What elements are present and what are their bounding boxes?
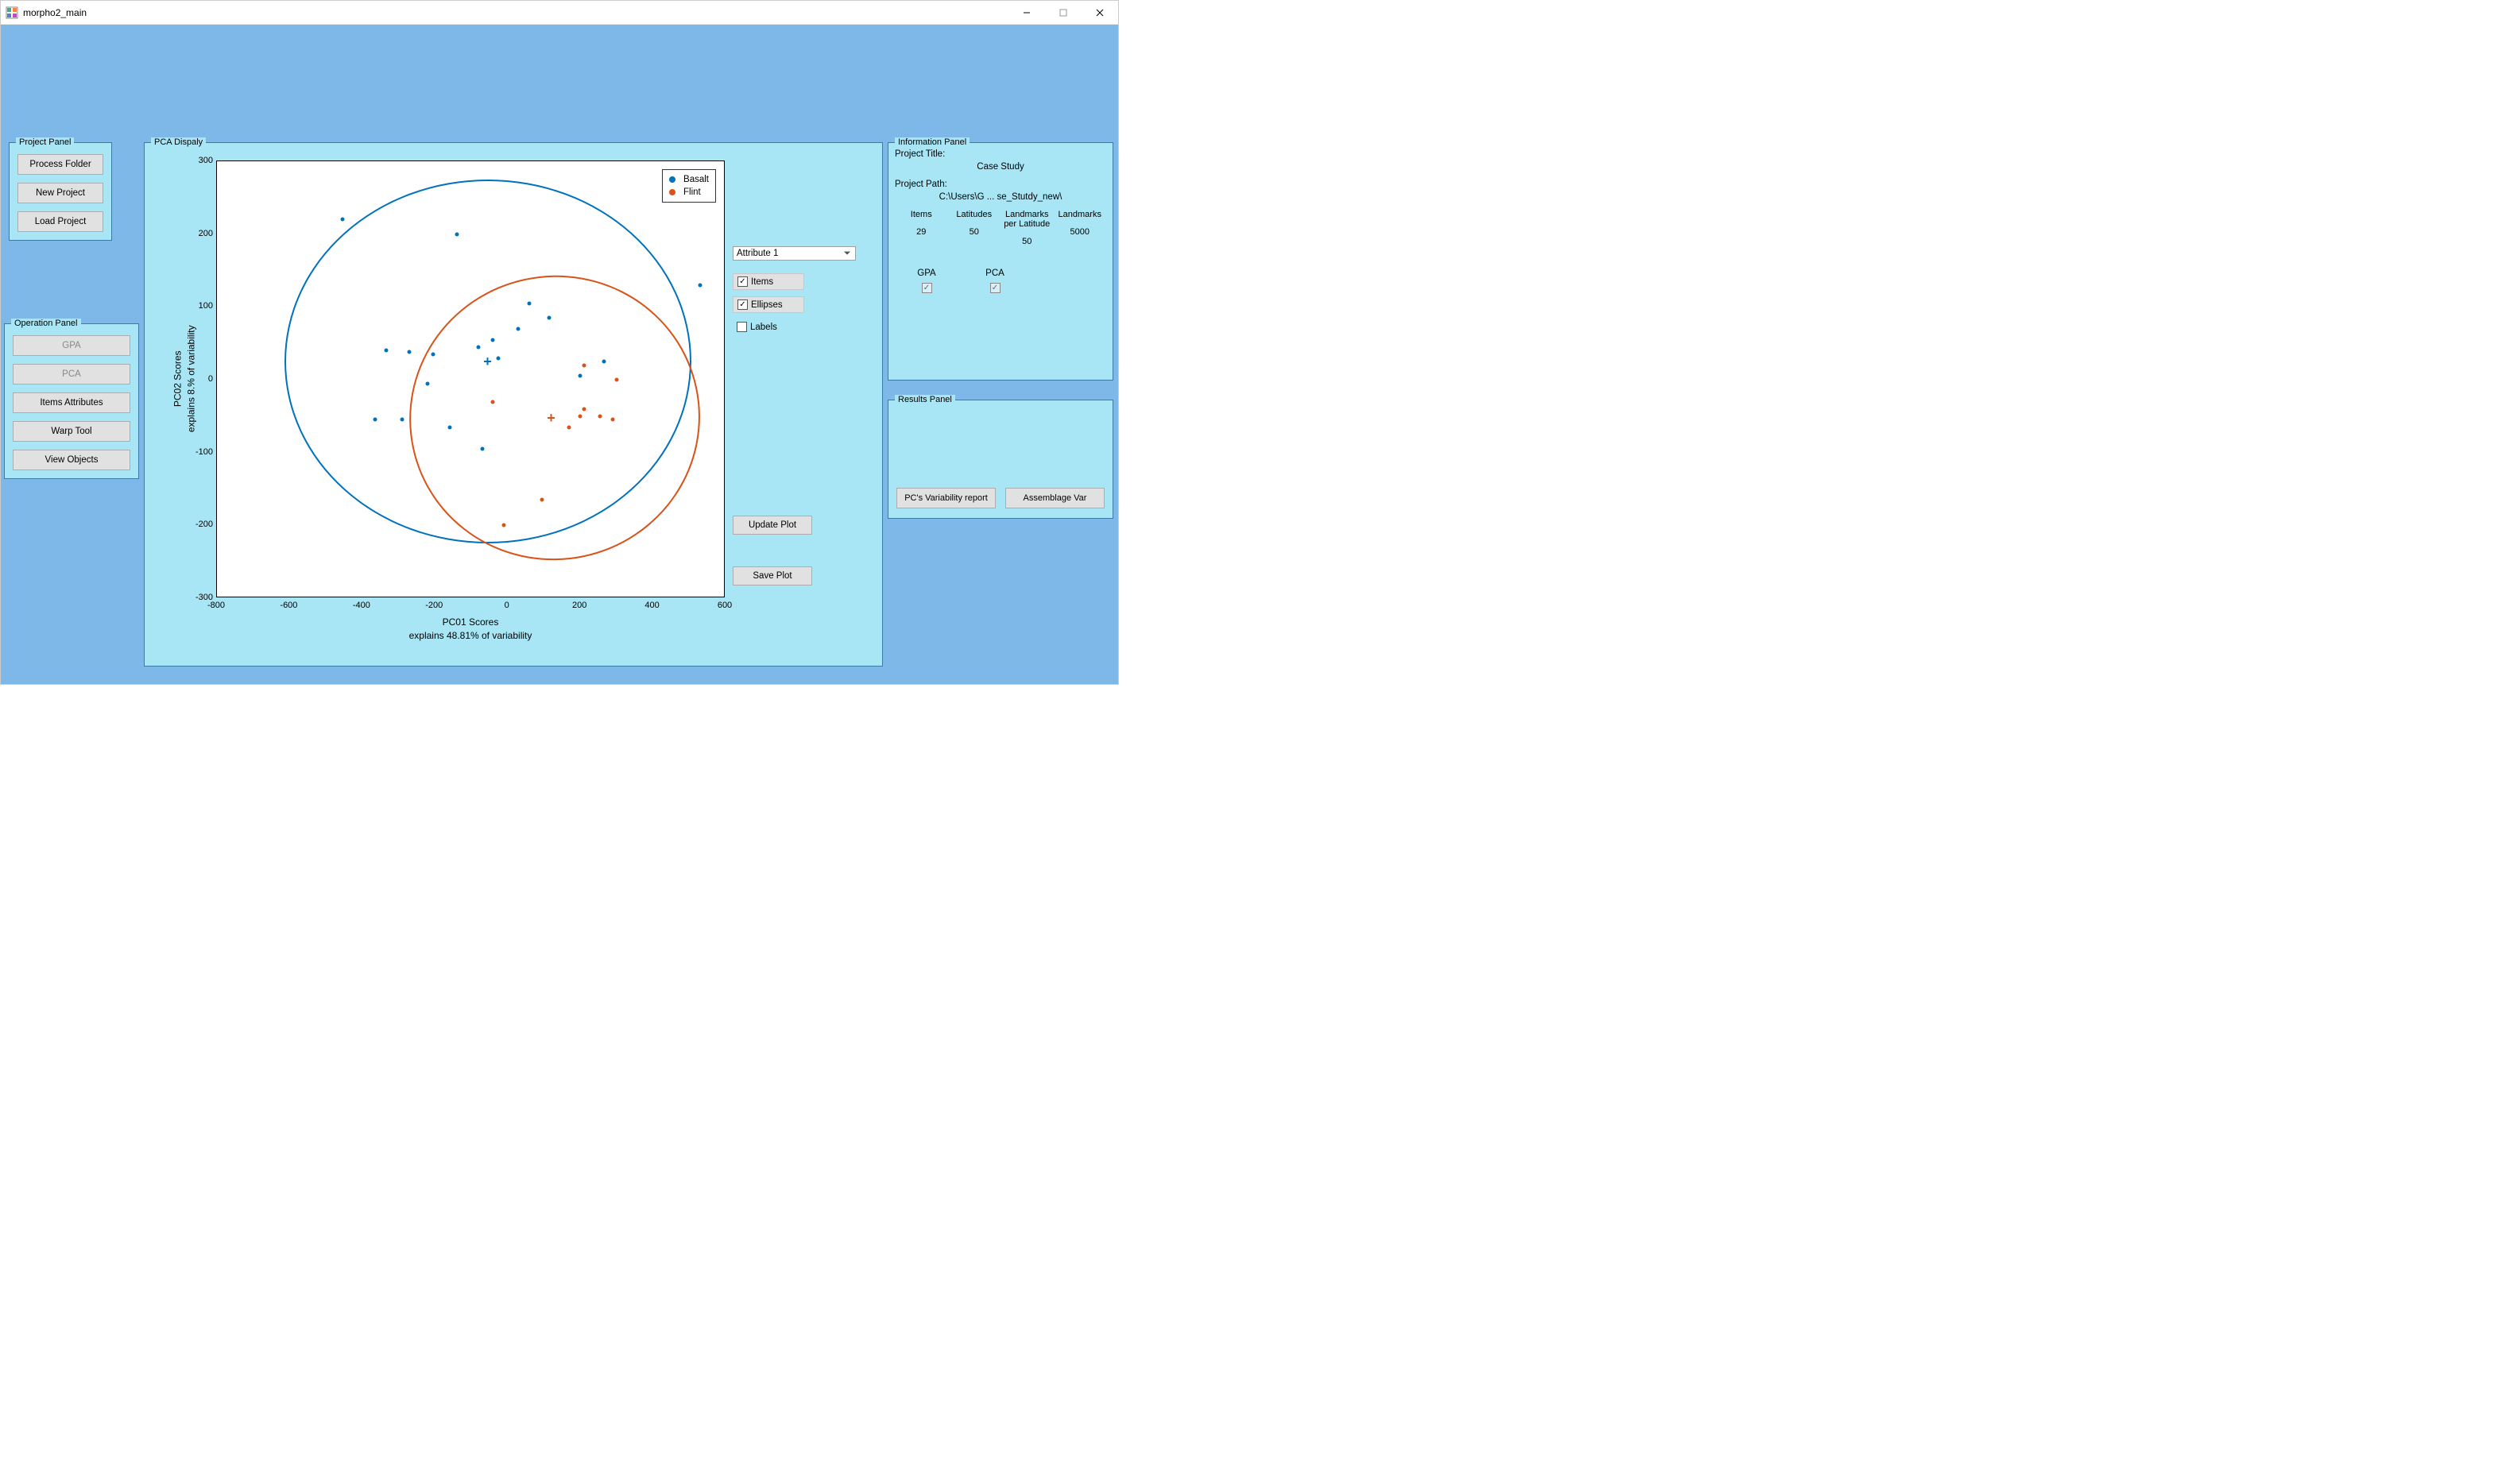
load-project-button[interactable]: Load Project — [17, 211, 103, 232]
labels-checkbox-row[interactable]: Labels — [733, 319, 804, 334]
maximize-button[interactable] — [1045, 1, 1082, 25]
stat-landmarks-label: Landmarks — [1055, 210, 1105, 219]
x-tick: 0 — [505, 601, 509, 610]
data-point — [582, 407, 586, 411]
legend-item-flint: Flint — [669, 186, 709, 199]
x-tick: -800 — [207, 601, 225, 610]
warp-tool-button[interactable]: Warp Tool — [13, 421, 130, 442]
x-tick: -400 — [353, 601, 370, 610]
pca-flag-label: PCA — [979, 269, 1011, 278]
new-project-button[interactable]: New Project — [17, 183, 103, 203]
close-button[interactable] — [1082, 1, 1118, 25]
stat-lpl-value: 50 — [1002, 237, 1052, 246]
project-path-value: C:\Users\G ... se_Stutdy_new\ — [895, 192, 1106, 202]
stat-lpl-label: Landmarks per Latitude — [1002, 210, 1052, 229]
pca-button[interactable]: PCA — [13, 364, 130, 385]
x-axis-label-line2: explains 48.81% of variability — [409, 630, 532, 641]
legend-dot-basalt-icon — [669, 176, 675, 183]
x-axis-label-line1: PC01 Scores — [443, 616, 499, 628]
project-path-label: Project Path: — [895, 180, 1106, 189]
results-panel-title: Results Panel — [895, 395, 955, 404]
items-checkbox-label: Items — [751, 277, 773, 287]
scatter-plot: Basalt Flint ++ — [216, 160, 725, 597]
items-attributes-button[interactable]: Items Attributes — [13, 392, 130, 413]
stat-latitudes-value: 50 — [950, 227, 1000, 237]
stat-items-label: Items — [896, 210, 946, 219]
data-point — [567, 425, 571, 429]
legend-item-basalt: Basalt — [669, 173, 709, 186]
legend: Basalt Flint — [662, 169, 716, 203]
stat-latitudes-label: Latitudes — [950, 210, 1000, 219]
data-point — [582, 363, 586, 367]
x-tick: 400 — [644, 601, 659, 610]
data-point — [699, 283, 703, 287]
data-point — [373, 418, 377, 422]
app-icon — [6, 6, 18, 19]
x-axis-label: PC01 Scores explains 48.81% of variabili… — [216, 616, 725, 643]
pca-display-panel: PCA Dispaly -300-200-1000100200300 -800-… — [144, 142, 883, 667]
window-title: morpho2_main — [23, 7, 87, 18]
data-point — [598, 414, 602, 418]
data-point — [491, 400, 495, 404]
data-point — [408, 350, 412, 354]
ellipses-checkbox-label: Ellipses — [751, 300, 783, 310]
update-plot-button[interactable]: Update Plot — [733, 516, 812, 535]
legend-label-flint: Flint — [683, 187, 701, 197]
stat-items-value: 29 — [896, 227, 946, 237]
information-panel: Information Panel Project Title: Case St… — [888, 142, 1113, 381]
pcs-variability-report-button[interactable]: PC's Variability report — [896, 488, 996, 508]
attribute-select[interactable]: Attribute 1 — [733, 246, 856, 261]
y-axis-label-line1: PC02 Scores — [172, 351, 183, 408]
project-panel: Project Panel Process Folder New Project… — [9, 142, 112, 241]
ellipses-checkbox-row[interactable]: ✓ Ellipses — [733, 296, 804, 313]
labels-checkbox[interactable] — [737, 322, 747, 332]
gpa-flag-label: GPA — [911, 269, 942, 278]
data-point — [502, 524, 506, 528]
data-point — [455, 232, 459, 236]
y-axis-label-line2: explains 8.% of variability — [185, 326, 196, 433]
data-point — [401, 418, 404, 422]
ellipses-checkbox[interactable]: ✓ — [737, 300, 748, 310]
labels-checkbox-label: Labels — [750, 323, 777, 332]
pca-flag-checkbox: ✓ — [990, 283, 1001, 293]
view-objects-button[interactable]: View Objects — [13, 450, 130, 470]
operation-panel-title: Operation Panel — [11, 319, 81, 328]
y-axis-label: PC02 Scores explains 8.% of variability — [168, 160, 200, 597]
stat-landmarks-value: 5000 — [1055, 227, 1105, 237]
assemblage-var-button[interactable]: Assemblage Var — [1005, 488, 1105, 508]
data-point — [540, 498, 544, 502]
project-title-label: Project Title: — [895, 149, 1106, 159]
minimize-button[interactable] — [1008, 1, 1045, 25]
x-tick: -200 — [425, 601, 443, 610]
x-tick: 600 — [718, 601, 732, 610]
centroid-flint: + — [547, 411, 555, 425]
items-checkbox-row[interactable]: ✓ Items — [733, 273, 804, 290]
project-title-value: Case Study — [895, 162, 1106, 172]
project-panel-title: Project Panel — [16, 137, 74, 147]
gpa-button[interactable]: GPA — [13, 335, 130, 356]
items-checkbox[interactable]: ✓ — [737, 276, 748, 287]
process-folder-button[interactable]: Process Folder — [17, 154, 103, 175]
client-area: Project Panel Process Folder New Project… — [1, 25, 1118, 684]
data-point — [611, 418, 615, 422]
legend-dot-flint-icon — [669, 189, 675, 195]
plot-controls: Attribute 1 ✓ Items ✓ Ellipses Labels Up — [733, 246, 860, 585]
x-tick: 200 — [572, 601, 586, 610]
operation-panel: Operation Panel GPA PCA Items Attributes… — [4, 323, 139, 479]
data-point — [614, 378, 618, 382]
legend-label-basalt: Basalt — [683, 175, 709, 184]
information-panel-title: Information Panel — [895, 137, 970, 147]
app-window: morpho2_main Project Panel Process Folde… — [0, 0, 1119, 685]
titlebar: morpho2_main — [1, 1, 1118, 25]
gpa-flag-checkbox: ✓ — [922, 283, 932, 293]
results-panel: Results Panel PC's Variability report As… — [888, 400, 1113, 519]
x-tick: -600 — [280, 601, 297, 610]
data-point — [384, 349, 388, 353]
data-point — [340, 218, 344, 222]
data-point — [579, 414, 583, 418]
save-plot-button[interactable]: Save Plot — [733, 566, 812, 585]
